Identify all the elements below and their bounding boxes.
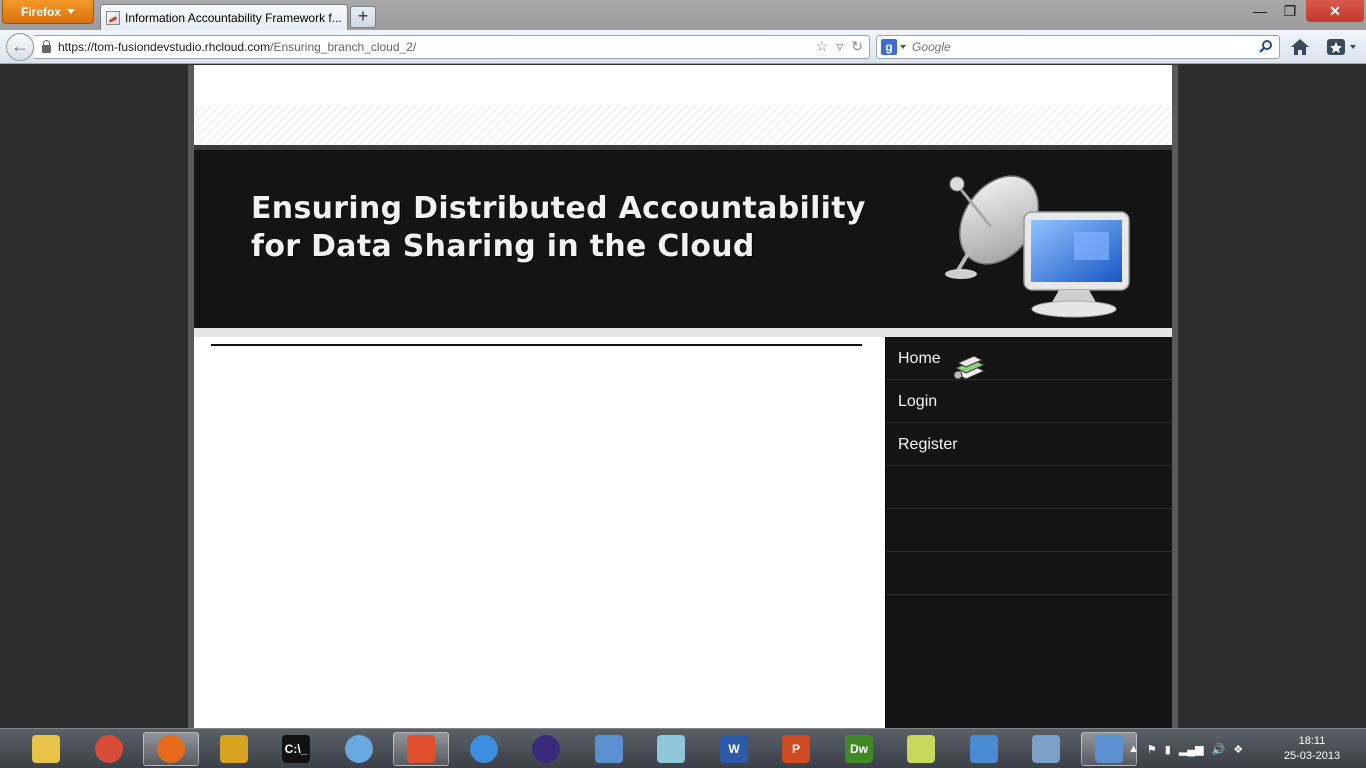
eclipse-icon-glyph	[532, 735, 560, 763]
chevron-down-icon	[67, 9, 75, 14]
bookmarks-menu-icon[interactable]	[1326, 38, 1360, 56]
finder-icon[interactable]	[331, 732, 387, 766]
url-path: /Ensuring_branch_cloud_2/	[270, 40, 417, 54]
search-bar[interactable]: g Google	[876, 35, 1280, 59]
word-icon[interactable]: W	[706, 732, 762, 766]
signal-icon[interactable]: ▂▄▆	[1179, 743, 1204, 756]
clock-time: 18:11	[1298, 735, 1326, 747]
sidebar-item-label: Home	[898, 350, 941, 367]
system-tray: ▲ ⚑ ▮ ▂▄▆ 🔊 ❖	[1128, 729, 1243, 768]
command-prompt-icon-glyph: C:\_	[282, 735, 310, 763]
network-app-icon[interactable]	[206, 732, 262, 766]
web-page: Ensuring Distributed Accountability for …	[194, 65, 1172, 728]
control-panel-icon[interactable]	[956, 732, 1012, 766]
chevron-down-icon[interactable]	[900, 45, 906, 49]
new-tab-button[interactable]: +	[350, 6, 376, 28]
history-dropdown-icon[interactable]: ▿	[836, 38, 843, 55]
browser-title-bar: Firefox Information Accountability Frame…	[0, 0, 1366, 30]
windows-taskbar: C:\_ W P Dw ▲ ⚑ ▮ ▂▄▆ 🔊 ❖ 18:11 25-03-2013	[0, 728, 1366, 768]
navigation-toolbar: ← https://tom-fusiondevstudio.rhcloud.co…	[0, 30, 1366, 64]
powerpoint-icon-glyph: P	[782, 735, 810, 763]
browser-tab[interactable]: Information Accountability Framework f..…	[100, 4, 348, 30]
git-icon[interactable]	[393, 732, 449, 766]
favicon-icon	[106, 10, 120, 25]
sidebar-item-empty[interactable]	[886, 552, 1172, 595]
minimize-icon[interactable]: —	[1246, 0, 1274, 22]
dreamweaver-icon[interactable]: Dw	[831, 732, 887, 766]
dropbox-icon[interactable]: ❖	[1233, 743, 1243, 756]
performance-monitor-icon[interactable]	[1018, 732, 1074, 766]
search-icon[interactable]	[1259, 39, 1273, 53]
sidebar-item-label: Login	[898, 393, 938, 410]
search-input[interactable]: Google	[912, 40, 951, 54]
chrome-icon-glyph	[95, 735, 123, 763]
sidebar-item-home[interactable]: Home	[886, 337, 1172, 380]
virtualbox-vm-icon-glyph	[1095, 735, 1123, 763]
itunes-icon-glyph	[470, 735, 498, 763]
system-clock[interactable]: 18:11 25-03-2013	[1280, 734, 1344, 764]
virtualbox-icon[interactable]	[581, 732, 637, 766]
file-explorer-icon-glyph	[32, 735, 60, 763]
dreamweaver-icon-glyph: Dw	[845, 735, 873, 763]
banner-title: Ensuring Distributed Accountability for …	[251, 190, 866, 266]
virtualbox-icon-glyph	[595, 735, 623, 763]
content-divider	[211, 344, 862, 346]
chrome-icon[interactable]	[81, 732, 137, 766]
command-prompt-icon[interactable]: C:\_	[268, 732, 324, 766]
url-bar[interactable]: https://tom-fusiondevstudio.rhcloud.com/…	[34, 35, 870, 59]
google-icon[interactable]: g	[881, 39, 897, 55]
tray-expand-icon[interactable]: ▲	[1128, 743, 1139, 755]
url-host: https://tom-fusiondevstudio.rhcloud.com	[58, 40, 271, 54]
page-viewport: Ensuring Distributed Accountability for …	[0, 65, 1366, 728]
performance-monitor-icon-glyph	[1032, 735, 1060, 763]
satellite-computer-icon	[945, 175, 1130, 318]
back-arrow-icon[interactable]: ←	[6, 33, 34, 61]
sidebar-item-register[interactable]: Register	[886, 423, 1172, 466]
sticky-notes-icon-glyph	[907, 735, 935, 763]
finder-icon-glyph	[345, 735, 373, 763]
banner-bottom-strip	[194, 328, 1172, 337]
notes-icon[interactable]	[643, 732, 699, 766]
itunes-icon[interactable]	[456, 732, 512, 766]
firefox-menu-label: Firefox	[20, 4, 61, 19]
tab-title: Information Accountability Framework f..…	[125, 10, 342, 25]
sidebar-item-empty[interactable]	[886, 509, 1172, 552]
network-app-icon-glyph	[220, 735, 248, 763]
reload-icon[interactable]: ↻	[851, 38, 863, 55]
sidebar-menu: Home Login Register	[885, 337, 1172, 728]
git-icon-glyph	[407, 735, 435, 763]
firefox-menu-button[interactable]: Firefox	[2, 0, 94, 24]
action-center-icon[interactable]: ⚑	[1147, 743, 1157, 756]
lock-icon	[42, 40, 51, 53]
clock-date: 25-03-2013	[1283, 750, 1341, 762]
file-explorer-icon[interactable]	[18, 732, 74, 766]
eclipse-icon[interactable]	[518, 732, 574, 766]
banner-title-line1: Ensuring Distributed Accountability	[251, 191, 866, 226]
control-panel-icon-glyph	[970, 735, 998, 763]
powerpoint-icon[interactable]: P	[768, 732, 824, 766]
header-pattern	[194, 65, 1172, 145]
banner-title-line2: for Data Sharing in the Cloud	[251, 229, 755, 264]
battery-icon[interactable]: ▮	[1165, 743, 1171, 756]
home-icon[interactable]	[1290, 38, 1310, 56]
firefox-icon-glyph	[157, 735, 185, 763]
notes-icon-glyph	[657, 735, 685, 763]
close-icon[interactable]: ✕	[1306, 0, 1364, 22]
word-icon-glyph: W	[720, 735, 748, 763]
sidebar-item-login[interactable]: Login	[886, 380, 1172, 423]
firefox-icon[interactable]	[143, 732, 199, 766]
bookmark-star-icon[interactable]: ☆	[816, 38, 829, 55]
sidebar-item-empty[interactable]	[886, 466, 1172, 509]
site-banner: Ensuring Distributed Accountability for …	[194, 150, 1172, 328]
volume-icon[interactable]: 🔊	[1212, 743, 1226, 756]
maximize-icon[interactable]: ❐	[1276, 0, 1304, 22]
sticky-notes-icon[interactable]	[893, 732, 949, 766]
sidebar-item-label: Register	[898, 436, 958, 453]
url-text: https://tom-fusiondevstudio.rhcloud.com/…	[58, 40, 416, 54]
main-content	[194, 337, 885, 728]
